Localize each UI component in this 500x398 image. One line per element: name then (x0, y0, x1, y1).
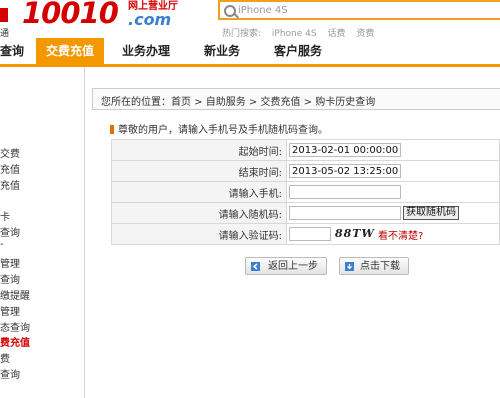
form-row-end: 结束时间: (111, 160, 500, 182)
logo-com-text: .com (128, 10, 172, 29)
random-code-input[interactable] (289, 206, 401, 220)
captcha-input[interactable] (289, 227, 331, 241)
nav-item-customer-service[interactable]: 客户服务 (274, 38, 322, 64)
query-form: 起始时间: 结束时间: 请输入手机: 请输入随机码: 获取随机码 请输入验证码:… (111, 139, 500, 245)
nav-item-query[interactable]: 查询 (0, 38, 24, 64)
back-button[interactable]: 返回上一步 (245, 257, 327, 275)
back-arrow-icon (251, 262, 260, 271)
breadcrumb-text: 您所在的位置：首页 > 自助服务 > 交费充值 > 购卡历史查询 (101, 97, 376, 108)
sidebar-item[interactable]: 查询 (0, 366, 20, 381)
sidebar-item[interactable]: 态查询 (0, 319, 30, 334)
info-icon (110, 125, 114, 134)
download-icon (345, 262, 354, 271)
search-icon[interactable] (224, 5, 236, 17)
main-nav: 查询 交费充值 业务办理 新业务 客户服务 (0, 38, 500, 67)
sidebar-item[interactable]: 缴提醒 (0, 287, 30, 302)
nav-item-new-business[interactable]: 新业务 (204, 38, 240, 64)
download-button-label: 点击下载 (360, 261, 400, 272)
nav-item-payment[interactable]: 交费充值 (36, 38, 104, 64)
sidebar-item[interactable]: 管理 (0, 255, 20, 270)
logo-side: 网上营业厅 .com (128, 1, 178, 29)
random-code-label: 请输入随机码: (111, 202, 287, 224)
header: 通 10010 网上营业厅 .com 热门搜索: iPhone 4S 话费 资费 (0, 0, 500, 39)
sidebar-item[interactable]: 费 (0, 350, 10, 365)
breadcrumb: 您所在的位置：首页 > 自助服务 > 交费充值 > 购卡历史查询 (92, 88, 500, 110)
search-input[interactable] (238, 3, 488, 17)
form-row-random: 请输入随机码: 获取随机码 (111, 202, 500, 224)
notice-text: 尊敬的用户，请输入手机号及手机随机码查询。 (118, 125, 328, 136)
end-time-label: 结束时间: (111, 160, 287, 182)
phone-label: 请输入手机: (111, 181, 287, 203)
form-row-phone: 请输入手机: (111, 181, 500, 203)
end-time-input[interactable] (289, 164, 401, 178)
sidebar: 交费 充值 充值 卡 查询 - 管理 查询 缴提醒 管理 态查询 费充值 费 查… (0, 67, 85, 398)
start-time-input[interactable] (289, 143, 401, 157)
notice: 尊敬的用户，请输入手机号及手机随机码查询。 (110, 121, 328, 136)
sidebar-item[interactable]: 充值 (0, 161, 20, 176)
search-box[interactable] (218, 0, 500, 20)
sidebar-item[interactable]: 管理 (0, 303, 20, 318)
sidebar-item[interactable]: - (0, 239, 4, 250)
sidebar-item[interactable]: 交费 (0, 145, 20, 160)
captcha-image[interactable]: 88TW (335, 227, 377, 241)
phone-input[interactable] (289, 185, 401, 199)
get-random-code-button[interactable]: 获取随机码 (403, 206, 459, 220)
sidebar-item[interactable]: 卡 (0, 208, 10, 223)
refresh-captcha-link[interactable]: 看不清楚? (378, 231, 423, 242)
sidebar-item-active[interactable]: 费充值 (0, 334, 30, 349)
start-time-label: 起始时间: (111, 139, 287, 161)
form-row-start: 起始时间: (111, 139, 500, 161)
logo-fragment (0, 8, 8, 22)
back-button-label: 返回上一步 (268, 261, 318, 272)
logo-10010[interactable]: 10010 (22, 0, 119, 30)
sidebar-item[interactable]: 充值 (0, 177, 20, 192)
download-button[interactable]: 点击下载 (339, 257, 409, 275)
sidebar-item[interactable]: 查询 (0, 224, 20, 239)
form-row-captcha: 请输入验证码: 88TW 看不清楚? (111, 223, 500, 245)
captcha-label: 请输入验证码: (111, 223, 287, 245)
nav-item-business[interactable]: 业务办理 (122, 38, 170, 64)
captcha-text: 88TW (335, 227, 375, 240)
sidebar-item[interactable]: 查询 (0, 271, 20, 286)
